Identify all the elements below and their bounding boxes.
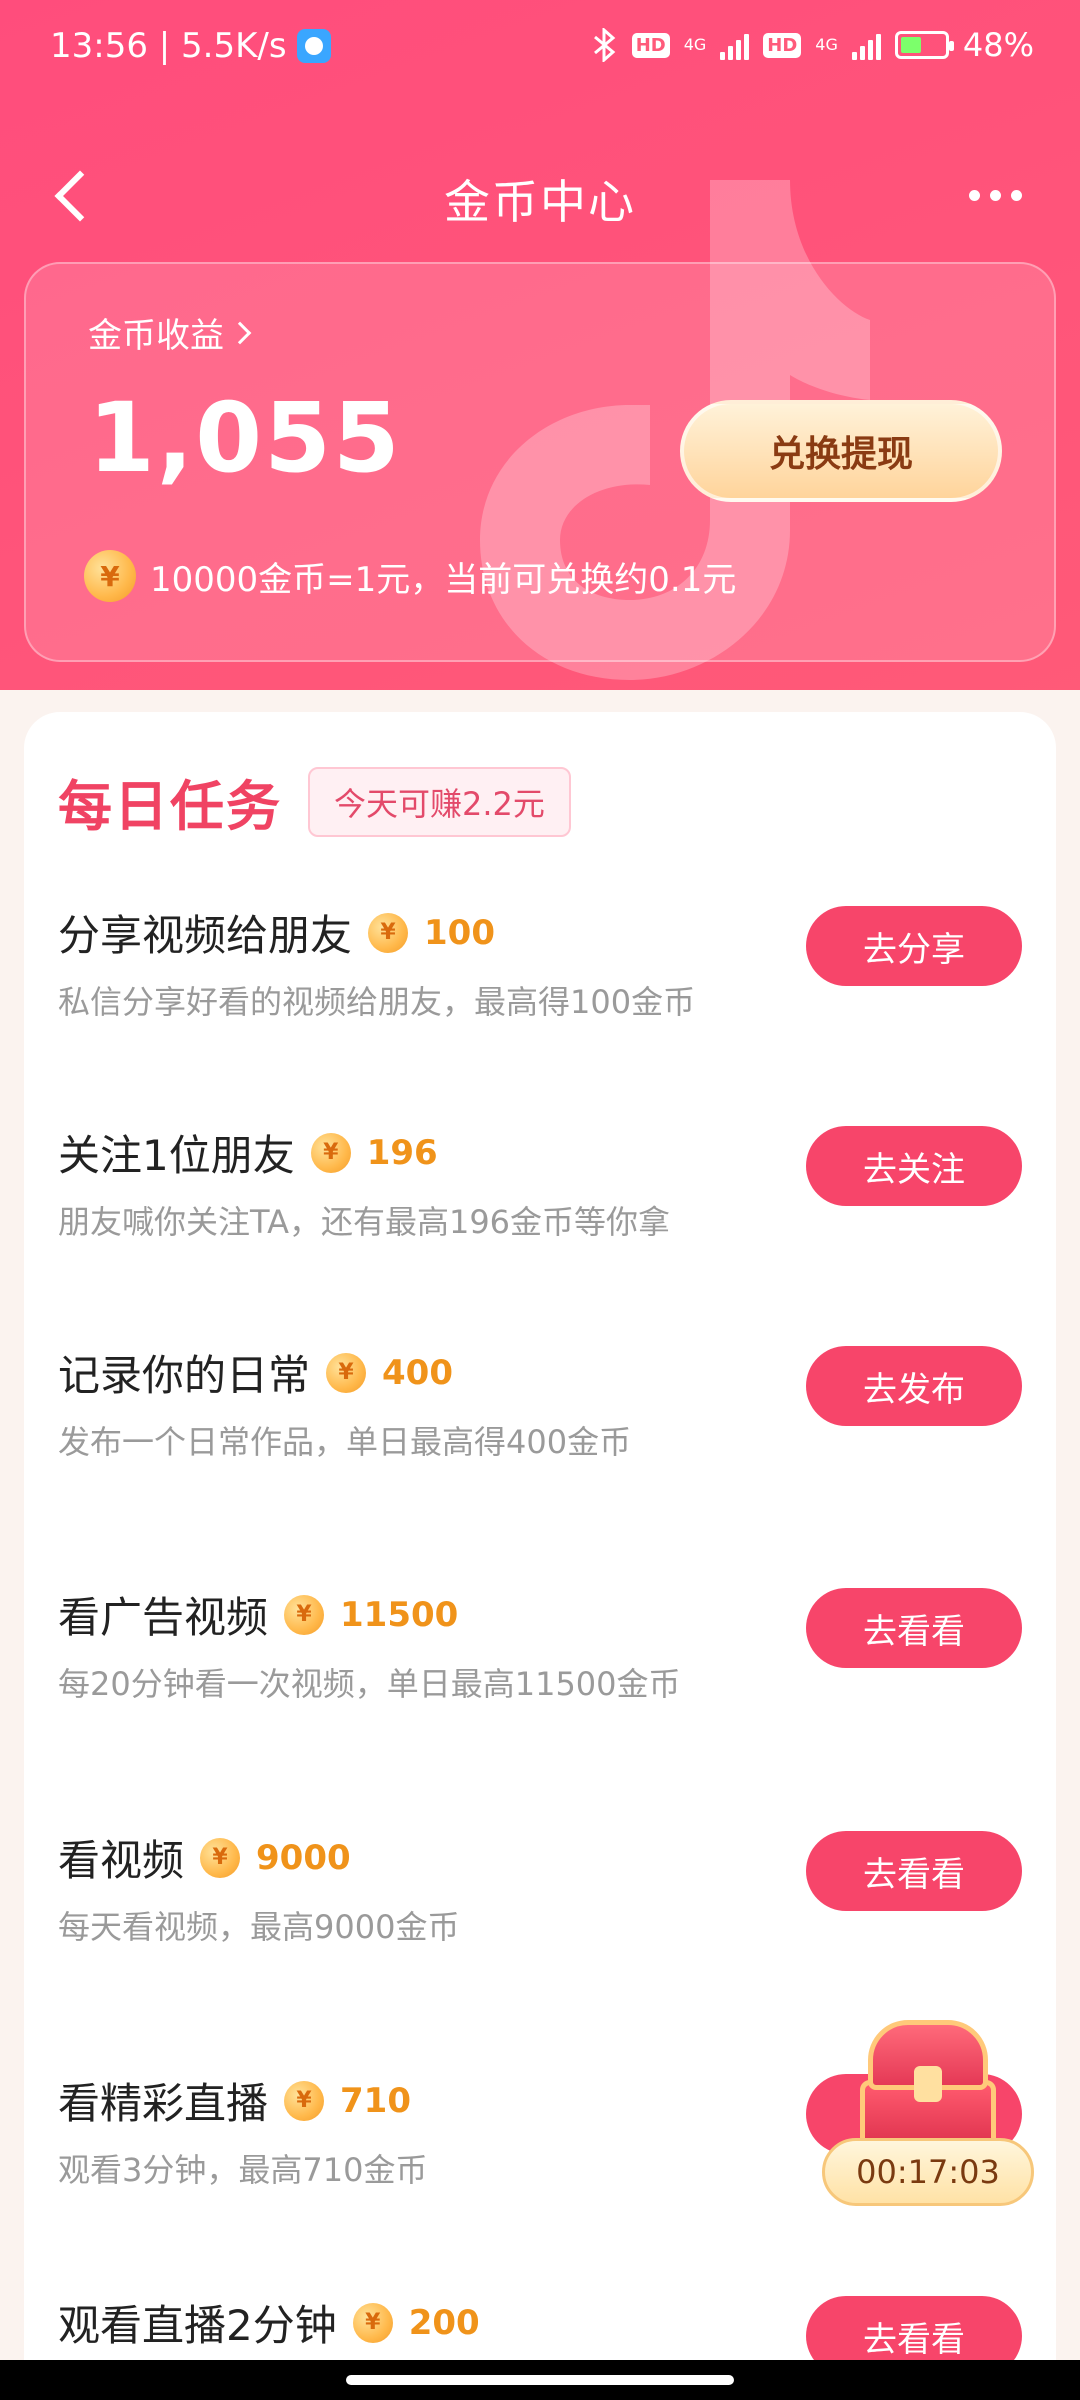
network-label-2: 4G bbox=[815, 35, 838, 54]
coin-earnings-link[interactable]: 金币收益 bbox=[88, 308, 252, 357]
task-title: 记录你的日常 bbox=[58, 1351, 311, 1400]
coin-icon: ¥ bbox=[326, 1352, 367, 1393]
daily-tasks-header: 每日任务 今天可赚2.2元 bbox=[58, 762, 571, 841]
gold-coin-center-screen: 13:56 | 5.5K/s HD 4G HD 4G 48% 金币中心 金币收益… bbox=[0, 0, 1080, 2400]
signal-icon-1 bbox=[720, 30, 750, 60]
coin-icon: ¥ bbox=[352, 2302, 393, 2343]
task-watch-ad-video: 看广告视频 ¥ 11500 每20分钟看一次视频，单日最高11500金币 去看看 bbox=[58, 1584, 1038, 1734]
more-icon[interactable] bbox=[950, 170, 1040, 220]
app-notification-icon bbox=[296, 29, 331, 63]
battery-percent: 48% bbox=[962, 26, 1034, 64]
coin-balance-card: 金币收益 1,055 兑换提现 ¥ 10000金币=1元，当前可兑换约0.1元 bbox=[24, 262, 1056, 662]
status-time-speed: 13:56 | 5.5K/s bbox=[50, 26, 287, 66]
task-share-video: 分享视频给朋友 ¥ 100 私信分享好看的视频给朋友，最高得100金币 去分享 bbox=[58, 902, 1038, 1052]
coin-icon: ¥ bbox=[84, 550, 136, 602]
home-indicator[interactable] bbox=[346, 2375, 734, 2385]
lock-icon bbox=[914, 2066, 942, 2102]
chevron-right-icon bbox=[228, 321, 252, 344]
coin-icon: ¥ bbox=[200, 1837, 241, 1878]
task-reward: 400 bbox=[382, 1352, 453, 1393]
task-reward: 100 bbox=[424, 912, 495, 953]
bluetooth-icon bbox=[593, 28, 615, 62]
status-left: 13:56 | 5.5K/s bbox=[50, 26, 331, 66]
watch-video-button[interactable]: 去看看 bbox=[806, 1831, 1022, 1911]
chest-countdown-timer: 00:17:03 bbox=[822, 2138, 1034, 2206]
treasure-chest-widget[interactable]: 00:17:03 bbox=[818, 2010, 1038, 2210]
status-right: HD 4G HD 4G 48% bbox=[592, 26, 1034, 64]
follow-button[interactable]: 去关注 bbox=[806, 1126, 1022, 1206]
task-reward: 196 bbox=[366, 1132, 438, 1173]
coin-earnings-label: 金币收益 bbox=[88, 316, 224, 356]
watch-ad-button[interactable]: 去看看 bbox=[806, 1588, 1022, 1668]
publish-button[interactable]: 去发布 bbox=[806, 1346, 1022, 1426]
exchange-rate-info: ¥ 10000金币=1元，当前可兑换约0.1元 bbox=[84, 550, 736, 602]
task-watch-video: 看视频 ¥ 9000 每天看视频，最高9000金币 去看看 bbox=[58, 1827, 1038, 1977]
battery-icon bbox=[894, 31, 954, 59]
daily-earn-badge: 今天可赚2.2元 bbox=[308, 766, 571, 837]
coin-icon: ¥ bbox=[284, 1594, 325, 1635]
task-title: 关注1位朋友 bbox=[58, 1131, 295, 1180]
task-title: 看精彩直播 bbox=[58, 2079, 269, 2128]
task-title: 观看直播2分钟 bbox=[58, 2301, 337, 2350]
network-label-1: 4G bbox=[683, 35, 707, 54]
coin-icon: ¥ bbox=[310, 1132, 351, 1173]
task-follow-friend: 关注1位朋友 ¥ 196 朋友喊你关注TA，还有最高196金币等你拿 去关注 bbox=[58, 1122, 1038, 1272]
coin-icon: ¥ bbox=[284, 2080, 325, 2121]
daily-tasks-title: 每日任务 bbox=[58, 775, 282, 838]
status-bar: 13:56 | 5.5K/s HD 4G HD 4G 48% bbox=[0, 0, 1080, 96]
task-reward: 11500 bbox=[340, 1594, 459, 1635]
coin-icon: ¥ bbox=[368, 912, 409, 953]
hd-badge-2: HD bbox=[763, 32, 802, 58]
page-title: 金币中心 bbox=[444, 175, 636, 229]
signal-icon-2 bbox=[851, 30, 881, 60]
task-title: 看视频 bbox=[58, 1836, 185, 1885]
task-record-daily: 记录你的日常 ¥ 400 发布一个日常作品，单日最高得400金币 去发布 bbox=[58, 1342, 1038, 1492]
task-title: 分享视频给朋友 bbox=[58, 911, 353, 960]
share-button[interactable]: 去分享 bbox=[806, 906, 1022, 986]
coin-balance-amount: 1,055 bbox=[88, 382, 402, 494]
exchange-rate-text: 10000金币=1元，当前可兑换约0.1元 bbox=[150, 559, 737, 600]
task-reward: 9000 bbox=[256, 1837, 351, 1878]
top-nav: 金币中心 bbox=[0, 140, 1080, 250]
hd-badge-1: HD bbox=[631, 32, 670, 58]
exchange-withdraw-button[interactable]: 兑换提现 bbox=[680, 400, 1002, 502]
task-reward: 200 bbox=[408, 2302, 480, 2343]
task-title: 看广告视频 bbox=[58, 1593, 269, 1642]
task-reward: 710 bbox=[340, 2080, 411, 2121]
